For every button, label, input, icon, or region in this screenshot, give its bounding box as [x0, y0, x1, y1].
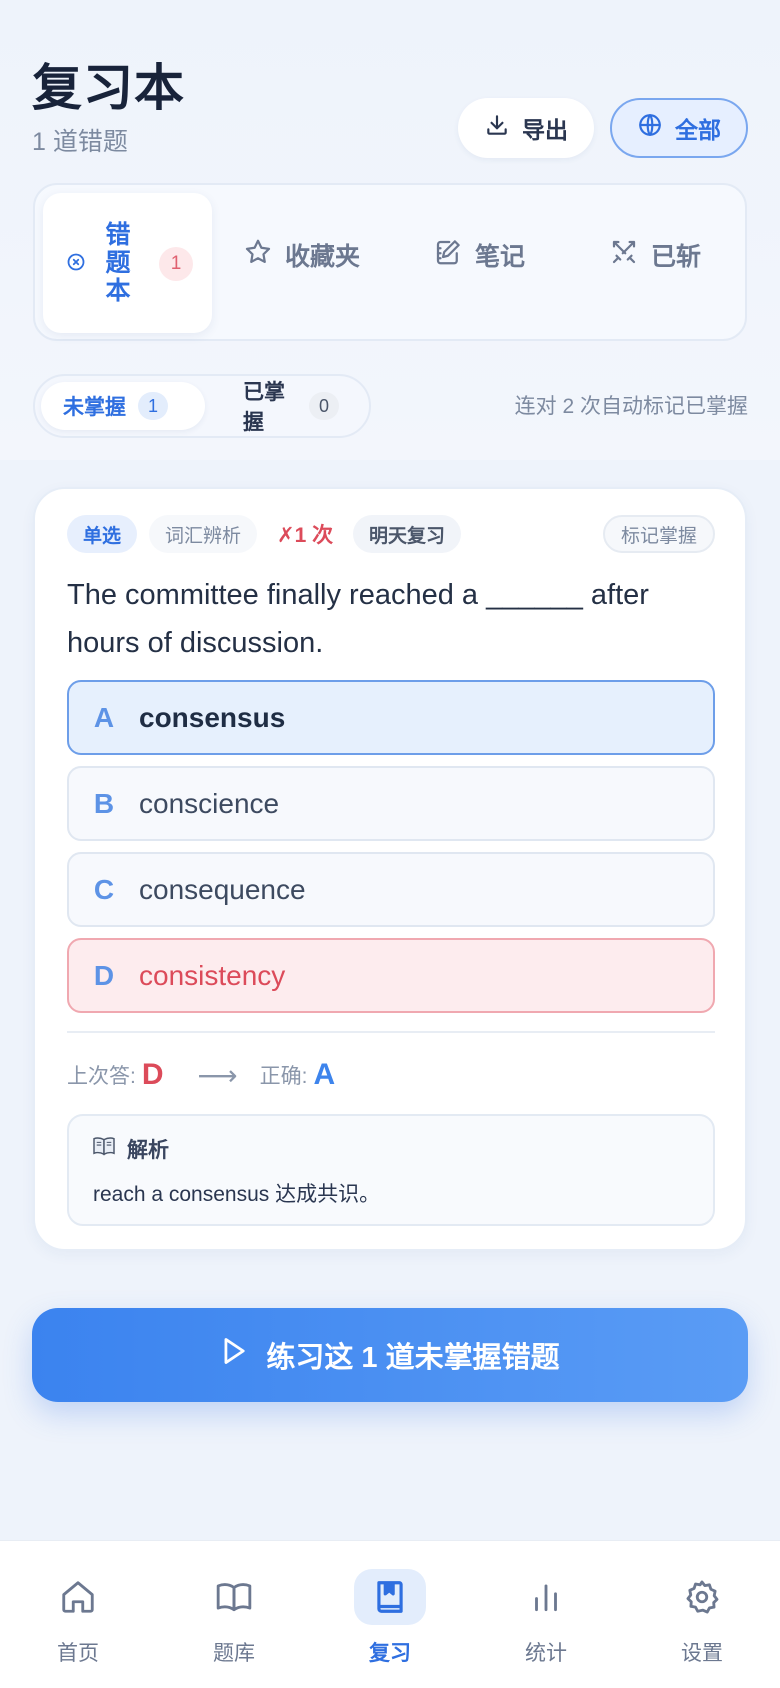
- mastery-filter: 未掌握 1 已掌握 0: [33, 374, 371, 438]
- bottom-nav: 首页 题库 复习 统计 设置: [0, 1540, 780, 1688]
- analysis-title: 解析: [127, 1139, 169, 1162]
- analysis-box: 解析 reach a consensus 达成共识。: [67, 1114, 715, 1226]
- nav-review[interactable]: 复习: [335, 1569, 445, 1679]
- auto-master-hint: 连对 2 次自动标记已掌握: [514, 395, 748, 418]
- option-text: conscience: [139, 787, 280, 819]
- practice-button-label: 练习这 1 道未掌握错题: [266, 1342, 560, 1374]
- nav-question-bank-label: 题库: [213, 1642, 255, 1665]
- tab-wrong-book-label: 错 题 本: [105, 221, 131, 305]
- analysis-header: 解析: [93, 1134, 169, 1164]
- globe-icon: [637, 112, 663, 144]
- download-icon: [484, 112, 510, 144]
- option-d[interactable]: D consistency: [67, 938, 715, 1013]
- nav-settings-label: 设置: [681, 1642, 723, 1665]
- option-b[interactable]: B conscience: [67, 766, 715, 841]
- filter-unmastered-count: 1: [138, 392, 168, 420]
- option-letter: C: [93, 873, 115, 905]
- note-edit-icon: [433, 237, 463, 274]
- option-text: consequence: [139, 873, 306, 905]
- analysis-text: reach a consensus 达成共识。: [93, 1183, 381, 1206]
- question-card: 单选 词汇辨析 ✗1 次 明天复习 标记掌握 The committee fin…: [33, 487, 747, 1251]
- filter-mastered[interactable]: 已掌握 0: [221, 381, 361, 434]
- tab-cut-label: 已斩: [651, 243, 702, 271]
- export-button[interactable]: 导出: [458, 98, 594, 158]
- answer-comparison: 上次答: D ⟶ 正确: A: [67, 1055, 347, 1095]
- scope-filter-button[interactable]: 全部: [610, 98, 748, 158]
- page-subtitle: 1 道错题: [32, 128, 128, 156]
- last-answer-label: 上次答:: [67, 1065, 136, 1088]
- nav-review-label: 复习: [369, 1642, 411, 1665]
- nav-stats[interactable]: 统计: [491, 1569, 601, 1679]
- gear-icon: [666, 1569, 738, 1625]
- arrow-right-icon: ⟶: [197, 1059, 238, 1091]
- tab-favorites[interactable]: 收藏夹: [243, 225, 360, 285]
- bookmark-book-icon: [354, 1569, 426, 1625]
- question-category-badge: 词汇辨析: [149, 515, 258, 553]
- crossed-swords-icon: [609, 237, 639, 274]
- nav-settings[interactable]: 设置: [647, 1569, 757, 1679]
- home-icon: [42, 1569, 114, 1625]
- page-title: 复习本: [32, 60, 185, 116]
- nav-question-bank[interactable]: 题库: [179, 1569, 289, 1679]
- option-a[interactable]: A consensus: [67, 680, 715, 755]
- filter-mastered-label: 已掌握: [243, 381, 285, 434]
- x-circle-icon: [67, 253, 85, 271]
- next-review-badge: 明天复习: [353, 515, 462, 553]
- play-icon: [220, 1336, 248, 1374]
- option-text: consistency: [139, 959, 286, 991]
- divider: [67, 1031, 715, 1033]
- book-open-icon: [198, 1569, 270, 1625]
- option-text: consensus: [139, 701, 286, 733]
- filter-mastered-count: 0: [309, 392, 339, 420]
- question-text: The committee finally reached a ______ a…: [67, 579, 649, 659]
- nav-stats-label: 统计: [525, 1642, 567, 1665]
- tab-notes-label: 笔记: [475, 243, 526, 271]
- scope-label: 全部: [675, 117, 721, 143]
- nav-home[interactable]: 首页: [23, 1569, 133, 1679]
- bar-chart-icon: [510, 1569, 582, 1625]
- filter-unmastered-label: 未掌握: [63, 396, 126, 419]
- filter-unmastered[interactable]: 未掌握 1: [41, 382, 205, 430]
- practice-button[interactable]: 练习这 1 道未掌握错题: [32, 1308, 748, 1402]
- tab-wrong-book-count: 1: [159, 247, 193, 281]
- mark-mastered-button[interactable]: 标记掌握: [602, 515, 715, 553]
- tab-favorites-label: 收藏夹: [285, 243, 361, 271]
- category-tabs: 错 题 本 1 收藏夹 笔记 已斩: [33, 183, 747, 341]
- question-type-badge: 单选: [67, 515, 138, 553]
- correct-answer-label: 正确:: [259, 1065, 308, 1088]
- tab-wrong-book[interactable]: 错 题 本 1: [43, 193, 212, 333]
- correct-answer-value: A: [313, 1058, 336, 1091]
- star-icon: [243, 237, 273, 274]
- tab-cut[interactable]: 已斩: [609, 225, 701, 285]
- last-answer-value: D: [141, 1058, 164, 1091]
- export-label: 导出: [522, 117, 568, 143]
- open-book-icon: [93, 1136, 115, 1162]
- page-header: 复习本 1 道错题 导出 全部: [32, 44, 748, 164]
- nav-home-label: 首页: [57, 1642, 99, 1665]
- error-count-badge: ✗1 次: [277, 524, 334, 547]
- option-letter: B: [93, 787, 115, 819]
- tab-notes[interactable]: 笔记: [433, 225, 525, 285]
- option-letter: D: [93, 959, 115, 991]
- option-letter: A: [93, 701, 115, 733]
- option-c[interactable]: C consequence: [67, 852, 715, 927]
